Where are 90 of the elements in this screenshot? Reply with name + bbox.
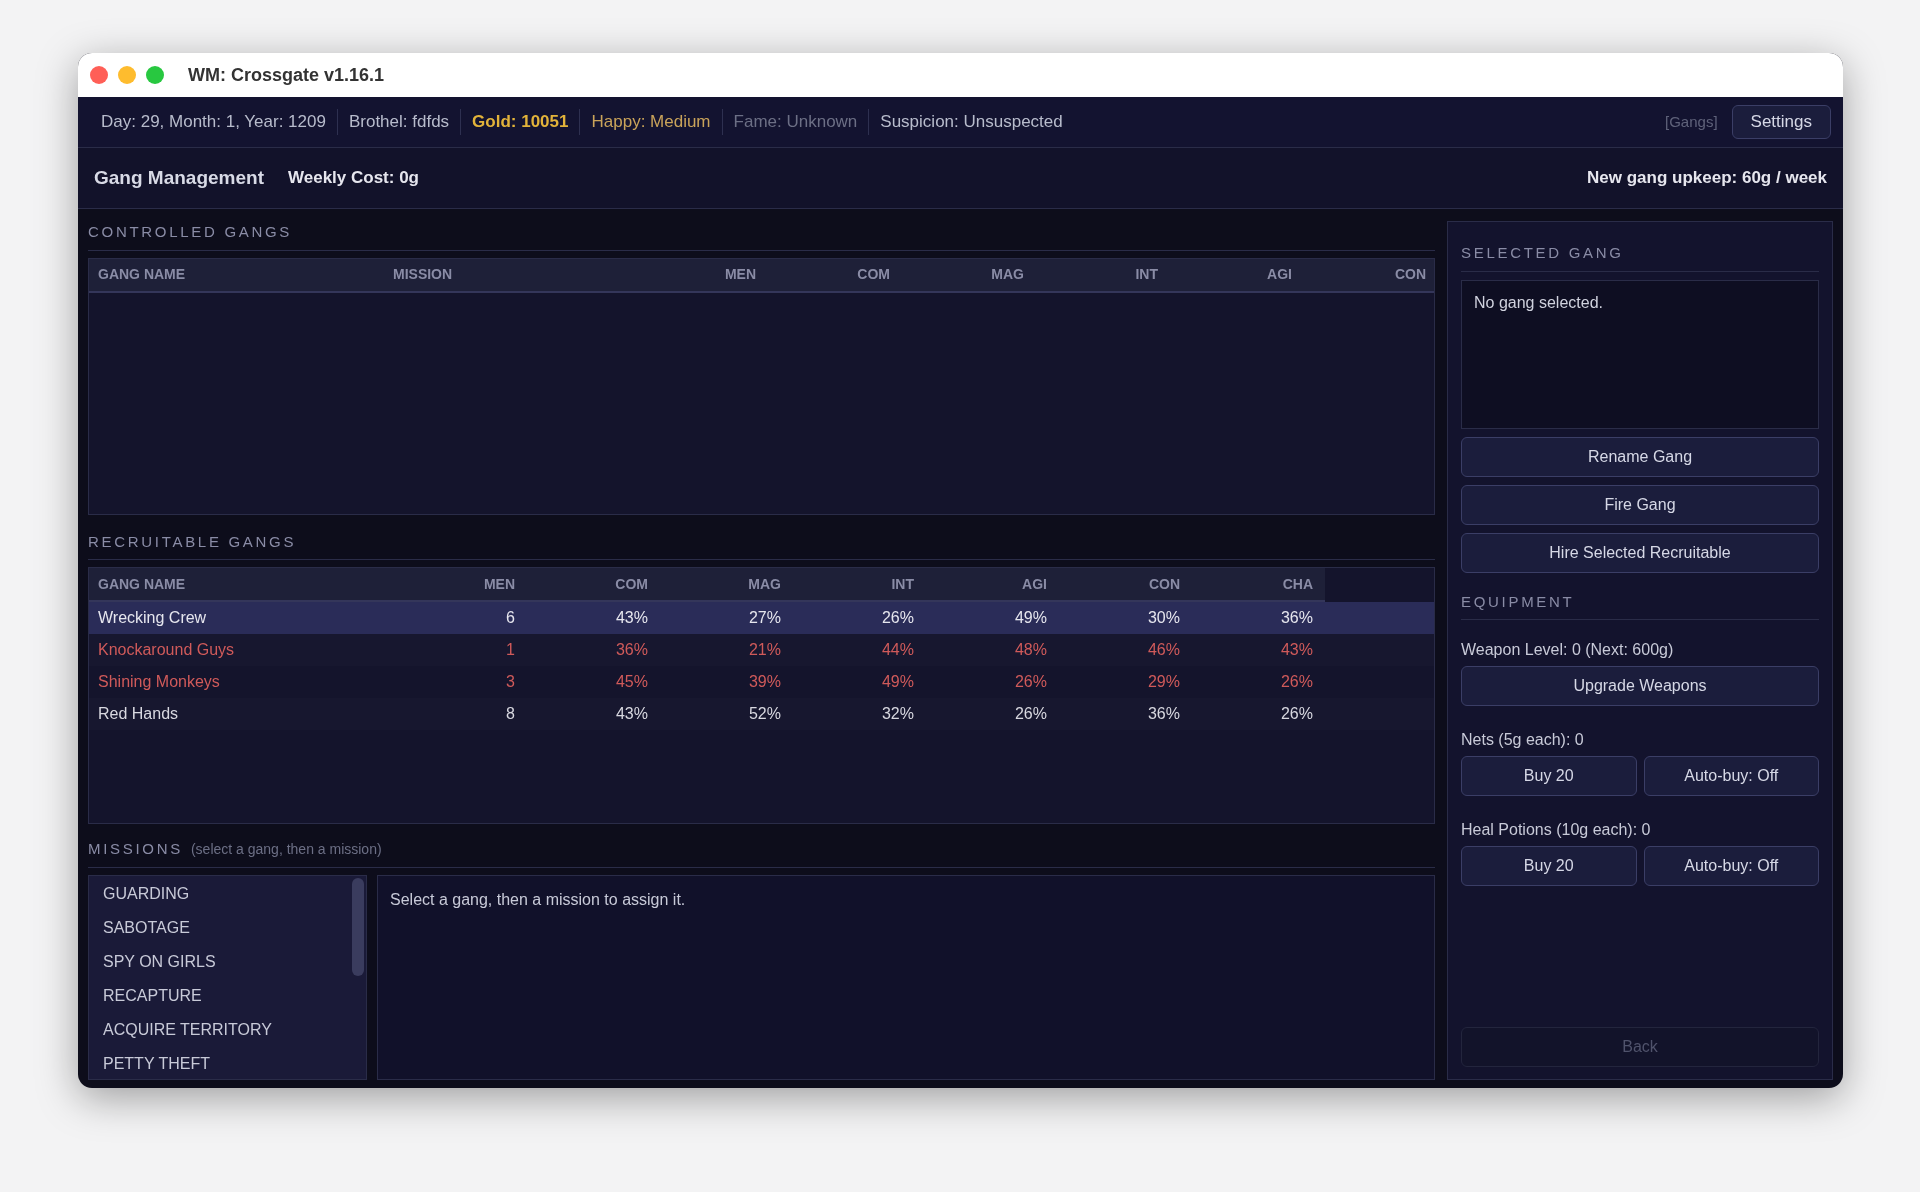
table-cell-text: 36% — [614, 640, 649, 660]
table-cell-text: 26% — [1279, 672, 1314, 692]
mission-item[interactable]: SABOTAGE — [89, 910, 366, 945]
column-header[interactable]: GANG NAME — [89, 573, 429, 595]
minimize-icon[interactable] — [118, 66, 136, 84]
mission-description: Select a gang, then a mission to assign it. — [390, 890, 686, 908]
section-title: SELECTED GANG — [1461, 243, 1624, 263]
mission-item[interactable]: GUARDING — [89, 876, 366, 911]
section-hint: (select a gang, then a mission) — [190, 840, 382, 859]
table-cell-text: 30% — [1146, 608, 1181, 628]
buy-button[interactable]: Buy 20 — [1461, 756, 1637, 796]
page-title: Gang Management — [94, 165, 264, 190]
status-item: Suspicion: Unsuspected — [868, 109, 1074, 135]
mission-item[interactable]: SPY ON GIRLS — [89, 944, 366, 979]
column-header[interactable]: INT — [1033, 264, 1167, 285]
weapon-level-label: Weapon Level: 0 (Next: 600g) — [1461, 640, 1675, 660]
auto-buy-button[interactable]: Auto-buy: Off — [1643, 756, 1819, 796]
section-title: RECRUITABLE GANGS — [88, 531, 297, 552]
column-header[interactable]: COM — [524, 573, 657, 595]
close-icon[interactable] — [90, 66, 108, 84]
table-row[interactable]: Wrecking Crew 6 43% 27% 26% 49% 30% 36% — [89, 602, 1434, 634]
column-header[interactable]: CHA — [1189, 573, 1322, 595]
table-cell-text: 52% — [747, 704, 782, 724]
table-cell-text: 27% — [747, 608, 782, 628]
table-cell-text: 44% — [880, 640, 915, 660]
status-item: Gold: 10051 — [460, 109, 580, 135]
mission-item[interactable]: PETTY THEFT — [89, 1046, 366, 1079]
section-title: CONTROLLED GANGS — [88, 222, 293, 242]
column-header[interactable]: AGI — [1167, 264, 1301, 285]
table-cell-text: Wrecking Crew — [97, 608, 208, 628]
table-cell-text: Red Hands — [97, 704, 180, 724]
upkeep-label: New gang upkeep: 60g / week — [1587, 167, 1827, 190]
column-header[interactable]: MAG — [899, 264, 1033, 285]
table-cell-text: Shining Monkeys — [97, 672, 221, 692]
column-header[interactable]: CON — [1056, 573, 1189, 595]
scrollbar-thumb[interactable] — [352, 877, 364, 976]
table-cell-text: 36% — [1279, 608, 1314, 628]
table-cell-text: 43% — [1279, 640, 1314, 660]
status-item: Happy: Medium — [579, 109, 722, 135]
section-title: EQUIPMENT — [1461, 591, 1575, 612]
column-header[interactable]: CON — [1301, 264, 1435, 285]
table-cell-text: 26% — [1013, 672, 1048, 692]
zoom-icon[interactable] — [146, 66, 164, 84]
gang-info-text: No gang selected. — [1474, 293, 1603, 311]
status-item: Brothel: fdfds — [336, 109, 461, 135]
table-cell-text: 29% — [1146, 672, 1181, 692]
column-header[interactable]: GANG NAME — [89, 264, 384, 285]
table-cell-text: 45% — [614, 672, 649, 692]
table-cell-text: 32% — [880, 704, 915, 724]
table-cell-text: 46% — [1146, 640, 1181, 660]
table-cell-text: 26% — [880, 608, 915, 628]
column-header[interactable]: MISSION — [384, 264, 631, 285]
column-header[interactable]: INT — [790, 573, 923, 595]
supply-label: Heal Potions (10g each): 0 — [1461, 820, 1652, 840]
action-button[interactable]: Hire Selected Recruitable — [1461, 532, 1819, 573]
column-header[interactable]: MEN — [429, 573, 524, 595]
mission-item[interactable]: ACQUIRE TERRITORY — [89, 1012, 366, 1047]
action-button[interactable]: Rename Gang — [1461, 436, 1819, 477]
table-cell-text: 49% — [880, 672, 915, 692]
column-header[interactable]: COM — [765, 264, 899, 285]
table-cell-text: 43% — [614, 608, 649, 628]
table-cell-text: Knockaround Guys — [97, 640, 236, 660]
section-title: MISSIONS — [88, 839, 183, 859]
column-header[interactable]: MAG — [657, 573, 790, 595]
table-cell-text: 48% — [1013, 640, 1048, 660]
settings-button[interactable]: Settings — [1731, 105, 1831, 139]
table-cell-text: 36% — [1146, 704, 1181, 724]
weekly-cost: Weekly Cost: 0g — [288, 167, 419, 190]
table-cell-text: 49% — [1013, 608, 1048, 628]
window-title: WM: Crossgate v1.16.1 — [188, 63, 385, 87]
buy-button[interactable]: Buy 20 — [1461, 846, 1637, 886]
column-header[interactable]: AGI — [923, 573, 1056, 595]
table-cell-text: 1 — [505, 640, 516, 660]
table-cell-text: 26% — [1013, 704, 1048, 724]
auto-buy-button[interactable]: Auto-buy: Off — [1643, 846, 1819, 886]
table-cell-text: 8 — [505, 704, 516, 724]
status-item: Fame: Unknown — [721, 109, 869, 135]
table-cell-text: 39% — [747, 672, 782, 692]
action-button[interactable]: Fire Gang — [1461, 484, 1819, 525]
table-cell-text: 3 — [505, 672, 516, 692]
mission-item[interactable]: RECAPTURE — [89, 978, 366, 1013]
table-cell-text: 6 — [505, 608, 516, 628]
table-cell-text: 26% — [1279, 704, 1314, 724]
column-header[interactable]: MEN — [631, 264, 765, 285]
status-item: Day: 29, Month: 1, Year: 1209 — [100, 111, 327, 134]
supply-label: Nets (5g each): 0 — [1461, 730, 1585, 750]
table-cell-text: 43% — [614, 704, 649, 724]
upgrade-weapons-button[interactable]: Upgrade Weapons — [1461, 666, 1819, 706]
screen-tag: [Gangs] — [1665, 110, 1718, 134]
table-cell-text: 21% — [747, 640, 782, 660]
